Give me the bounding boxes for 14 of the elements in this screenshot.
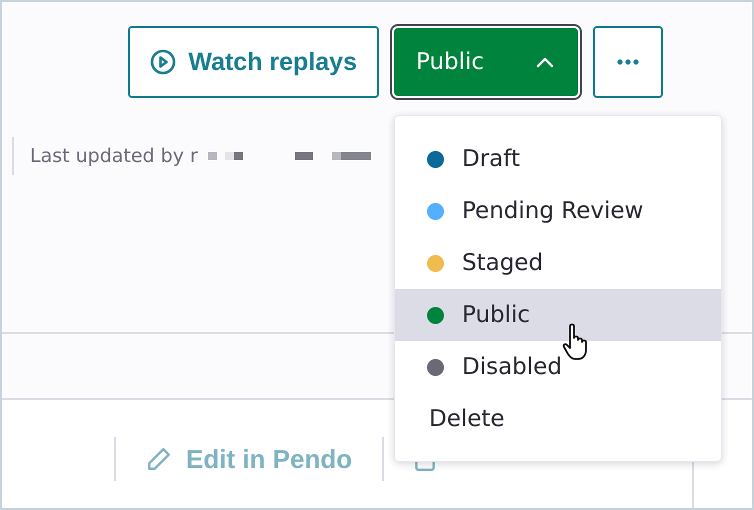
status-option[interactable]: Pending Review (395, 185, 721, 237)
status-option[interactable]: Public (395, 289, 721, 341)
delete-option[interactable]: Delete (395, 393, 721, 445)
play-icon (150, 49, 176, 75)
status-option[interactable]: Disabled (395, 341, 721, 393)
pencil-icon (146, 446, 172, 472)
last-updated-text: Last updated by r (30, 145, 198, 167)
status-option[interactable]: Staged (395, 237, 721, 289)
status-dropdown-button[interactable]: Public (394, 28, 578, 96)
chevron-icon (536, 56, 554, 68)
status-option[interactable]: Draft (395, 133, 721, 185)
watch-replays-button[interactable]: Watch replays (128, 26, 379, 98)
more-icon (617, 59, 639, 65)
more-button[interactable] (593, 26, 663, 98)
